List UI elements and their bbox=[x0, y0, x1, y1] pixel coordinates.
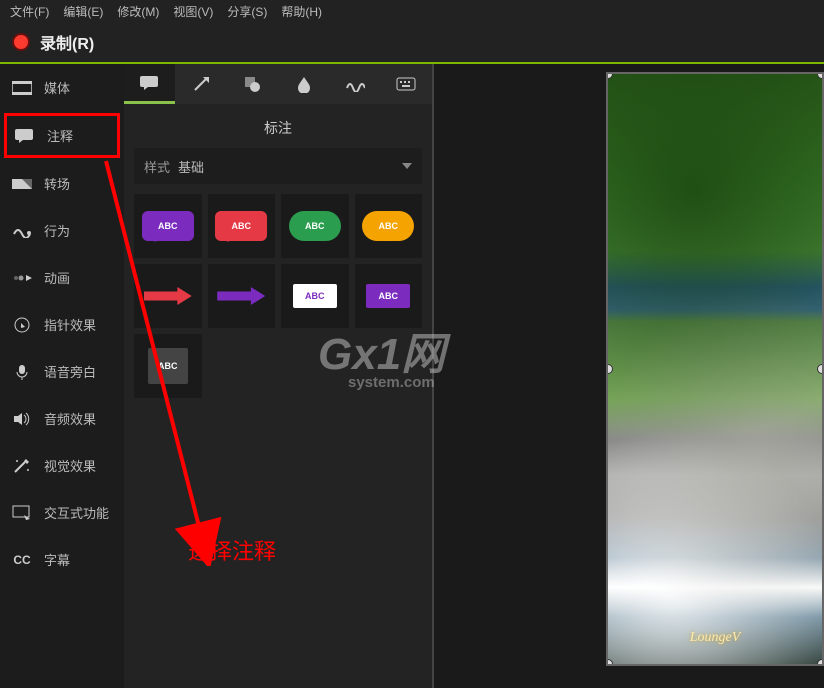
resize-handle[interactable] bbox=[606, 659, 613, 666]
menu-edit[interactable]: 编辑(E) bbox=[63, 3, 103, 20]
sidebar-item-behaviors[interactable]: 行为 bbox=[0, 207, 124, 254]
cursor-icon bbox=[12, 317, 32, 333]
microphone-icon bbox=[12, 364, 32, 380]
menu-file[interactable]: 文件(F) bbox=[10, 3, 49, 20]
sidebar-item-cursor[interactable]: 指针效果 bbox=[0, 301, 124, 348]
record-bar[interactable]: 录制(R) bbox=[0, 22, 824, 64]
menu-view[interactable]: 视图(V) bbox=[173, 3, 213, 20]
tab-sketch[interactable] bbox=[329, 64, 380, 104]
style-dropdown[interactable]: 样式 基础 bbox=[134, 148, 422, 184]
animations-icon bbox=[12, 270, 32, 286]
sidebar-item-voice[interactable]: 语音旁白 bbox=[0, 348, 124, 395]
menu-share[interactable]: 分享(S) bbox=[227, 3, 267, 20]
sidebar-label-cursor: 指针效果 bbox=[44, 315, 96, 334]
media-icon bbox=[12, 80, 32, 96]
sidebar-label-interactive: 交互式功能 bbox=[44, 503, 109, 522]
video-watermark: LoungeV bbox=[690, 630, 741, 646]
sidebar-label-captions: 字幕 bbox=[44, 550, 70, 569]
resize-handle[interactable] bbox=[817, 364, 824, 374]
resize-handle[interactable] bbox=[606, 72, 613, 79]
resize-handle[interactable] bbox=[817, 72, 824, 79]
tab-shape[interactable] bbox=[227, 64, 278, 104]
menu-help[interactable]: 帮助(H) bbox=[281, 3, 322, 20]
sidebar: 媒体 注释 转场 行为 动画 bbox=[0, 64, 124, 688]
sidebar-label-media: 媒体 bbox=[44, 78, 70, 97]
transitions-icon bbox=[12, 176, 32, 192]
panel-title: 标注 bbox=[124, 104, 432, 148]
shape-bubble-red[interactable]: ABC bbox=[208, 194, 276, 258]
sidebar-item-interactive[interactable]: 交互式功能 bbox=[0, 489, 124, 536]
sidebar-item-media[interactable]: 媒体 bbox=[0, 64, 124, 111]
tab-blur[interactable] bbox=[278, 64, 329, 104]
video-clip[interactable]: LoungeV bbox=[606, 72, 824, 666]
annotation-tabs bbox=[124, 64, 432, 104]
visual-icon bbox=[12, 458, 32, 474]
sidebar-item-visual[interactable]: 视觉效果 bbox=[0, 442, 124, 489]
record-icon bbox=[12, 33, 30, 51]
resize-handle[interactable] bbox=[817, 659, 824, 666]
sidebar-item-audio[interactable]: 音频效果 bbox=[0, 395, 124, 442]
sidebar-item-captions[interactable]: CC 字幕 bbox=[0, 536, 124, 583]
shape-arrow-red[interactable] bbox=[134, 264, 202, 328]
shape-cloud-green[interactable]: ABC bbox=[281, 194, 349, 258]
sidebar-label-behaviors: 行为 bbox=[44, 221, 70, 240]
sidebar-item-transitions[interactable]: 转场 bbox=[0, 160, 124, 207]
tutorial-callout: 选择注释 bbox=[188, 534, 276, 566]
shape-bubble-purple[interactable]: ABC bbox=[134, 194, 202, 258]
menu-modify[interactable]: 修改(M) bbox=[117, 3, 159, 20]
sidebar-label-annotations: 注释 bbox=[47, 126, 73, 145]
canvas[interactable]: LoungeV bbox=[434, 64, 824, 688]
chevron-down-icon bbox=[402, 163, 412, 169]
sidebar-label-transitions: 转场 bbox=[44, 174, 70, 193]
shape-cloud-orange[interactable]: ABC bbox=[355, 194, 423, 258]
tab-keystroke[interactable] bbox=[381, 64, 432, 104]
annotation-icon bbox=[15, 128, 35, 144]
tab-arrow[interactable] bbox=[175, 64, 226, 104]
record-label: 录制(R) bbox=[40, 30, 94, 54]
sidebar-label-animations: 动画 bbox=[44, 268, 70, 287]
sidebar-label-voice: 语音旁白 bbox=[44, 362, 96, 381]
resize-handle[interactable] bbox=[606, 364, 613, 374]
style-value: 基础 bbox=[178, 157, 394, 176]
interactive-icon bbox=[12, 505, 32, 521]
audio-icon bbox=[12, 411, 32, 427]
sidebar-item-annotations[interactable]: 注释 bbox=[4, 113, 120, 158]
sidebar-item-animations[interactable]: 动画 bbox=[0, 254, 124, 301]
behaviors-icon bbox=[12, 223, 32, 239]
style-label: 样式 bbox=[144, 157, 170, 176]
shape-arrow-purple[interactable] bbox=[208, 264, 276, 328]
sidebar-label-visual: 视觉效果 bbox=[44, 456, 96, 475]
tab-callout[interactable] bbox=[124, 64, 175, 104]
menu-bar: 文件(F) 编辑(E) 修改(M) 视图(V) 分享(S) 帮助(H) bbox=[0, 0, 824, 22]
shape-square-gray[interactable]: ABC bbox=[134, 334, 202, 398]
page-watermark: Gx1网 system.com bbox=[318, 318, 445, 391]
sidebar-label-audio: 音频效果 bbox=[44, 409, 96, 428]
captions-icon: CC bbox=[12, 552, 32, 568]
